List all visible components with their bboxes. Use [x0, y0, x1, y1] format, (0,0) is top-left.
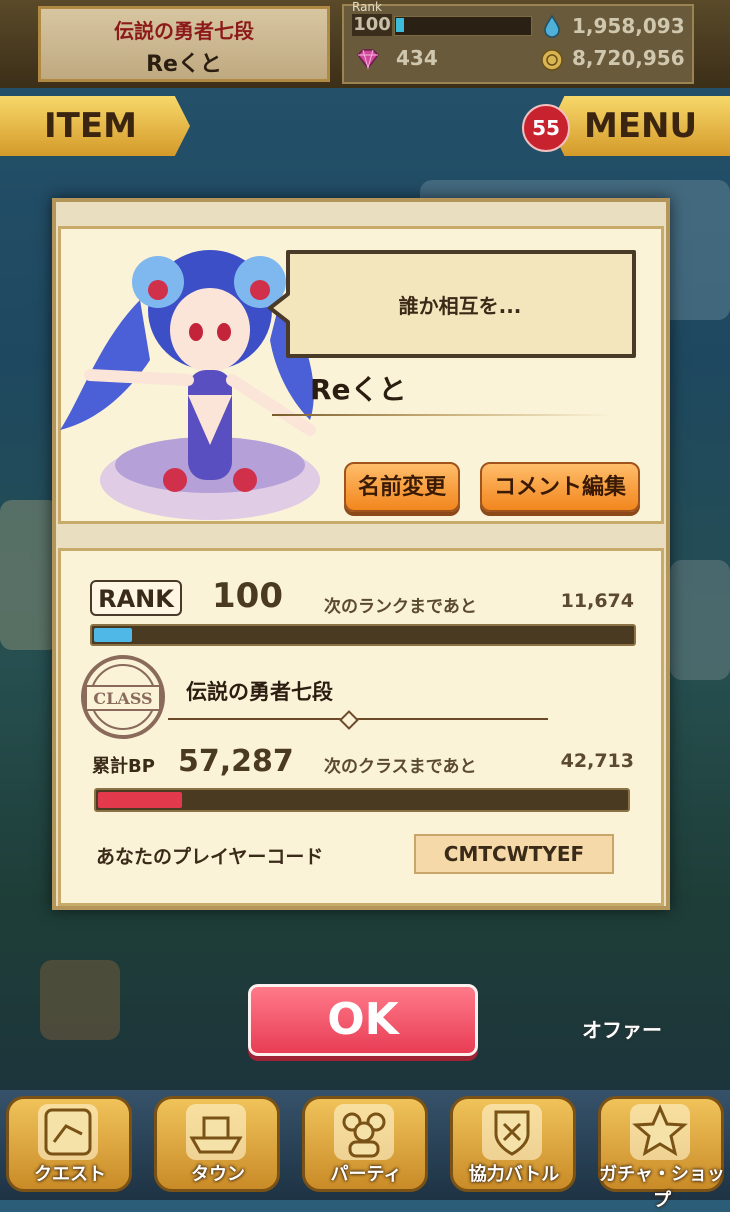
next-class-value: 42,713	[560, 750, 634, 772]
class-progress-fill	[98, 792, 183, 808]
bp-value: 57,287	[178, 744, 294, 779]
nav-party-label: パーティ	[330, 1164, 402, 1185]
coop-battle-icon	[482, 1104, 542, 1160]
player-title-plate: 伝説の勇者七段 Reくと	[38, 6, 330, 82]
player-code-field[interactable]: CMTCWTYEF	[414, 834, 614, 874]
class-title: 伝説の勇者七段	[186, 680, 333, 704]
gem-icon	[357, 49, 379, 70]
rank-tag: Rank	[352, 0, 382, 14]
rename-button[interactable]: 名前変更	[344, 462, 460, 512]
coin-value: 8,720,956	[572, 46, 685, 70]
edit-comment-button[interactable]: コメント編集	[480, 462, 640, 512]
gacha-star-icon	[630, 1104, 690, 1160]
nav-town-label: タウン	[191, 1164, 245, 1185]
class-badge-icon: CLASS	[81, 655, 165, 739]
class-progress-bar	[94, 788, 630, 812]
gem-value: 434	[396, 46, 438, 70]
bp-label: 累計BP	[92, 756, 155, 777]
rank-label: RANK	[90, 580, 182, 616]
menu-notification-badge: 55	[522, 104, 570, 152]
rank-progress-fill	[94, 628, 132, 642]
player-comment: 誰か相互を...	[398, 294, 522, 318]
profile-player-name: Reくと	[310, 373, 407, 406]
town-ship-icon	[186, 1104, 246, 1160]
nav-gacha-shop-label: ガチャ・ショップ	[599, 1164, 725, 1211]
ok-button[interactable]: OK	[248, 984, 478, 1056]
header-player-name: Reくと	[146, 52, 222, 77]
rank-value: 100	[212, 576, 283, 616]
header-class-name: 伝説の勇者七段	[114, 19, 254, 43]
header-rank-value: 100	[352, 14, 392, 36]
stamina-drop-icon	[544, 14, 560, 38]
header-rank-bar	[394, 16, 532, 36]
menu-button[interactable]: MENU	[550, 96, 730, 156]
player-code-label: あなたのプレイヤーコード	[96, 846, 324, 868]
next-rank-text: 次のランクまであと	[324, 597, 477, 617]
name-underline	[272, 414, 612, 416]
header-rank-bar-fill	[396, 18, 404, 32]
nav-quest-label: クエスト	[34, 1164, 106, 1185]
next-rank-value: 11,674	[560, 590, 634, 612]
nav-coop-battle-label: 協力バトル	[468, 1164, 560, 1185]
quest-map-icon	[38, 1104, 98, 1160]
stamina-value: 1,958,093	[572, 14, 685, 38]
party-people-icon	[334, 1104, 394, 1160]
next-class-text: 次のクラスまであと	[324, 757, 477, 777]
item-button[interactable]: ITEM	[0, 96, 190, 156]
rank-progress-bar	[90, 624, 636, 646]
coin-icon	[541, 49, 563, 71]
class-badge-text: CLASS	[93, 689, 152, 708]
offer-label[interactable]: オファー	[582, 1014, 662, 1043]
